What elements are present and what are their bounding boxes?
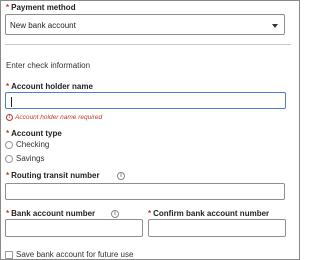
bank-account-label: * Bank account number <box>6 209 96 218</box>
confirm-account-input[interactable] <box>148 219 286 237</box>
payment-form: * Payment method New bank account Enter c… <box>0 0 300 260</box>
bank-account-input[interactable] <box>5 219 143 237</box>
section-divider <box>5 44 291 45</box>
radio-checking-label[interactable]: Checking <box>16 140 49 150</box>
account-holder-input[interactable] <box>5 92 286 109</box>
text-cursor <box>11 97 12 107</box>
save-account-checkbox[interactable] <box>5 251 13 259</box>
info-icon[interactable]: i <box>117 172 125 180</box>
check-info-heading: Enter check information <box>6 61 91 70</box>
routing-label: * Routing transit number <box>6 171 100 180</box>
radio-savings-label[interactable]: Savings <box>16 154 44 164</box>
error-icon: ! <box>6 114 13 121</box>
account-holder-error: Account holder name required <box>15 114 103 121</box>
payment-method-selected-value: New bank account <box>10 21 76 30</box>
save-account-label[interactable]: Save bank account for future use <box>16 250 133 260</box>
radio-checking[interactable] <box>5 141 13 149</box>
info-icon[interactable]: i <box>111 210 119 218</box>
routing-input[interactable] <box>5 183 285 200</box>
chevron-down-icon <box>272 24 278 28</box>
account-holder-label: * Account holder name <box>6 82 93 91</box>
radio-savings[interactable] <box>5 155 13 163</box>
payment-method-label: * Payment method <box>6 3 76 12</box>
confirm-account-label: * Confirm bank account number <box>148 209 270 218</box>
payment-method-select[interactable]: New bank account <box>5 14 285 35</box>
account-type-label: * Account type <box>6 129 62 138</box>
